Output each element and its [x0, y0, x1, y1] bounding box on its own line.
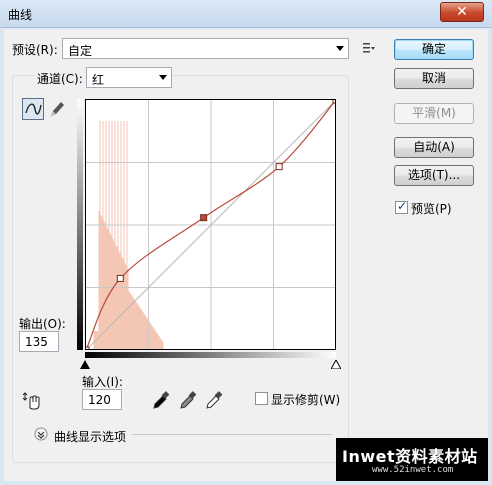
pencil-icon[interactable] — [46, 98, 68, 120]
ok-button[interactable]: 确定 — [394, 39, 474, 60]
gray-eyedropper-icon[interactable] — [177, 389, 199, 411]
preset-dropdown[interactable]: 自定 — [62, 38, 349, 59]
options-button[interactable]: 选项(T)... — [394, 165, 474, 186]
auto-button[interactable]: 自动(A) — [394, 137, 474, 158]
title-bar: 曲线 ✕ — [0, 0, 492, 28]
preview-checkbox[interactable]: ✓ — [395, 199, 408, 214]
show-clipping-checkbox[interactable] — [255, 392, 268, 405]
white-point-slider-icon[interactable] — [331, 360, 341, 369]
curve-graph[interactable] — [85, 99, 336, 350]
curve-control-point — [200, 214, 208, 222]
close-button[interactable]: ✕ — [440, 2, 484, 22]
output-gradient-bar — [77, 99, 83, 350]
cancel-button[interactable]: 取消 — [394, 68, 474, 89]
chevron-down-icon — [336, 46, 344, 51]
preview-label: 预览(P) — [411, 202, 452, 216]
curves-dialog: 预设(R): 自定 确定 取消 平滑(M) 自动(A) 选项(T)... ✓ 预… — [4, 29, 488, 481]
curve-point-tool-icon[interactable] — [22, 98, 44, 120]
curve-control-point — [86, 346, 90, 349]
black-eyedropper-icon[interactable] — [150, 389, 172, 411]
input-gradient-bar — [85, 352, 336, 358]
output-label: 输出(O): — [19, 317, 66, 331]
window-title: 曲线 — [8, 8, 33, 22]
curve-control-point — [275, 163, 283, 171]
curve-canvas[interactable] — [86, 100, 336, 350]
channel-value: 红 — [92, 73, 105, 87]
output-field[interactable]: 135 — [19, 331, 59, 352]
curve-control-point — [116, 274, 124, 282]
watermark-logo: Inwet资料素材站 www.52inwet.com — [336, 438, 488, 481]
watermark-url-text: www.52inwet.com — [372, 465, 454, 475]
black-point-slider-icon[interactable] — [80, 360, 90, 369]
expand-toggle-icon[interactable] — [34, 427, 48, 441]
curve-display-options-label[interactable]: 曲线显示选项 — [54, 428, 126, 445]
input-field[interactable]: 120 — [82, 389, 122, 410]
channel-dropdown[interactable]: 红 — [86, 67, 172, 88]
input-label: 输入(I): — [82, 375, 123, 389]
divider — [132, 434, 332, 435]
smooth-button[interactable]: 平滑(M) — [394, 103, 474, 124]
preset-label: 预设(R): — [12, 43, 58, 57]
show-clipping-label: 显示修剪(W) — [271, 393, 341, 407]
channel-label: 通道(C): — [34, 70, 86, 87]
chevron-down-icon — [159, 75, 167, 80]
preset-value: 自定 — [68, 44, 93, 58]
hand-adjust-icon[interactable] — [21, 389, 43, 411]
curve-control-point — [332, 100, 335, 104]
white-eyedropper-icon[interactable] — [203, 389, 225, 411]
watermark-main-text: Inwet资料素材站 — [342, 447, 478, 466]
checkmark-icon: ✓ — [397, 199, 408, 213]
preset-menu-icon[interactable] — [361, 39, 377, 57]
